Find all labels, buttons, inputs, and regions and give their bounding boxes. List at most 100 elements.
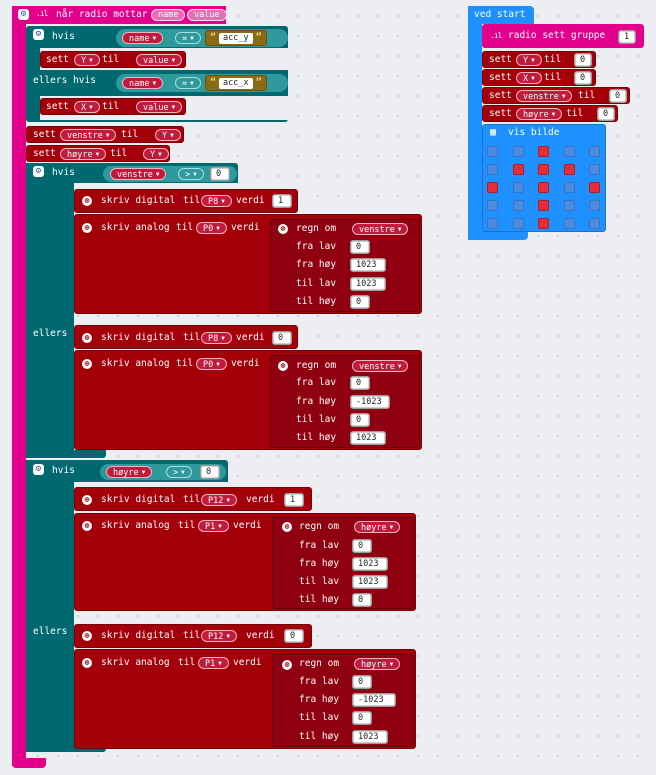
var-name-dropdown[interactable]: name ▼: [122, 77, 164, 89]
led-cell[interactable]: [563, 164, 575, 175]
led-cell[interactable]: [487, 200, 498, 211]
var-left-dropdown[interactable]: venstre ▼: [60, 129, 117, 141]
led-cell[interactable]: [563, 218, 575, 229]
operator-dropdown[interactable]: > ▼: [166, 466, 192, 478]
to-high-value[interactable]: 1023: [352, 730, 388, 744]
pin-dropdown[interactable]: P0 ▼: [196, 358, 227, 370]
show-image-block[interactable]: [482, 124, 606, 232]
gear-icon[interactable]: ⚙: [33, 29, 44, 40]
from-low-value[interactable]: 0: [350, 376, 370, 390]
string-literal[interactable]: “acc_y”: [205, 30, 267, 46]
set-value[interactable]: 0: [574, 71, 592, 85]
set-value[interactable]: 0: [597, 107, 615, 121]
var-x-dropdown[interactable]: X ▼: [516, 72, 542, 84]
led-cell[interactable]: [487, 164, 498, 175]
from-low-label: fra lav: [296, 241, 337, 252]
to-high-value[interactable]: 0: [350, 295, 370, 309]
led-cell[interactable]: [487, 146, 498, 157]
digital-value[interactable]: 1: [284, 493, 304, 507]
from-low-value[interactable]: 0: [352, 539, 372, 553]
pin-dropdown[interactable]: P12 ▼: [201, 494, 237, 506]
pin-dropdown[interactable]: P8 ▼: [201, 332, 232, 344]
from-low-value[interactable]: 0: [350, 240, 370, 254]
var-x-dropdown[interactable]: X ▼: [74, 101, 100, 113]
digital-value[interactable]: 0: [284, 629, 304, 643]
radio-group-value[interactable]: 1: [618, 30, 636, 44]
to-keyword: til: [102, 54, 120, 65]
operator-dropdown[interactable]: > ▼: [178, 168, 204, 180]
from-high-value[interactable]: -1023: [350, 395, 390, 409]
param-name[interactable]: name: [151, 9, 186, 21]
var-left-dropdown[interactable]: venstre ▼: [110, 168, 167, 180]
led-cell[interactable]: [538, 182, 549, 193]
var-y-dropdown[interactable]: Y ▼: [74, 54, 100, 66]
led-cell[interactable]: [589, 182, 600, 193]
var-name-dropdown[interactable]: name ▼: [122, 32, 164, 44]
to-keyword: til: [183, 494, 201, 505]
to-low-value[interactable]: 0: [352, 711, 372, 725]
led-cell[interactable]: [589, 200, 600, 211]
pin-dropdown[interactable]: P1 ▼: [198, 657, 229, 669]
to-high-value[interactable]: 1023: [350, 431, 386, 445]
pin-dropdown[interactable]: P8 ▼: [201, 195, 232, 207]
value-var[interactable]: value ▼: [136, 54, 183, 66]
led-cell[interactable]: [563, 200, 575, 211]
led-cell[interactable]: [487, 182, 498, 193]
led-cell[interactable]: [589, 164, 600, 175]
led-cell[interactable]: [487, 218, 498, 229]
led-cell[interactable]: [589, 218, 600, 229]
led-cell[interactable]: [512, 146, 524, 157]
var-y-dropdown[interactable]: Y ▼: [516, 54, 542, 66]
gear-icon[interactable]: ⚙: [18, 9, 29, 20]
var-right-dropdown[interactable]: høyre ▼: [60, 148, 107, 160]
led-cell[interactable]: [512, 218, 524, 229]
led-cell[interactable]: [512, 164, 524, 175]
value-var[interactable]: value ▼: [136, 101, 183, 113]
to-low-value[interactable]: 0: [350, 413, 370, 427]
var-right-dropdown[interactable]: høyre ▼: [354, 658, 401, 670]
set-value[interactable]: 0: [609, 89, 627, 103]
digital-value[interactable]: 1: [272, 194, 292, 208]
gear-icon[interactable]: ⚙: [33, 166, 44, 177]
to-high-value[interactable]: 0: [352, 593, 372, 607]
var-right-dropdown[interactable]: høyre ▼: [106, 466, 153, 478]
led-cell[interactable]: [538, 200, 549, 211]
pin-dropdown[interactable]: P0 ▼: [196, 222, 227, 234]
led-cell[interactable]: [563, 182, 575, 193]
to-low-value[interactable]: 1023: [350, 277, 386, 291]
var-y-value[interactable]: Y ▼: [143, 148, 169, 160]
to-low-value[interactable]: 1023: [352, 575, 388, 589]
led-cell[interactable]: [538, 146, 549, 157]
from-high-value[interactable]: 1023: [350, 258, 386, 272]
led-cell[interactable]: [538, 164, 549, 175]
from-high-value[interactable]: -1023: [352, 693, 396, 707]
compare-value[interactable]: 0: [210, 167, 230, 181]
gear-icon[interactable]: ⚙: [33, 464, 44, 475]
var-left-dropdown[interactable]: venstre ▼: [352, 223, 409, 235]
var-right-dropdown[interactable]: høyre ▼: [516, 108, 563, 120]
led-cell[interactable]: [589, 146, 600, 157]
value-label: verdi: [233, 657, 262, 668]
to-keyword: til: [566, 108, 584, 119]
var-left-dropdown[interactable]: venstre ▼: [352, 360, 409, 372]
var-y-value[interactable]: Y ▼: [155, 129, 181, 141]
led-cell[interactable]: [538, 218, 549, 229]
set-keyword: sett: [489, 90, 512, 101]
digital-value[interactable]: 0: [272, 331, 292, 345]
param-value[interactable]: value: [187, 9, 227, 21]
from-low-value[interactable]: 0: [352, 675, 372, 689]
compare-value[interactable]: 0: [200, 465, 220, 479]
operator-dropdown[interactable]: = ▼: [175, 32, 201, 44]
var-right-dropdown[interactable]: høyre ▼: [354, 521, 401, 533]
var-left-dropdown[interactable]: venstre ▼: [516, 90, 573, 102]
string-literal[interactable]: “acc_x”: [205, 75, 267, 91]
led-cell[interactable]: [512, 200, 524, 211]
show-image-label: vis bilde: [508, 127, 560, 138]
pin-dropdown[interactable]: P1 ▼: [198, 520, 229, 532]
operator-dropdown[interactable]: = ▼: [175, 77, 201, 89]
led-cell[interactable]: [563, 146, 575, 157]
led-cell[interactable]: [512, 182, 524, 193]
from-high-value[interactable]: 1023: [352, 557, 388, 571]
set-value[interactable]: 0: [574, 53, 592, 67]
pin-dropdown[interactable]: P12 ▼: [201, 630, 237, 642]
